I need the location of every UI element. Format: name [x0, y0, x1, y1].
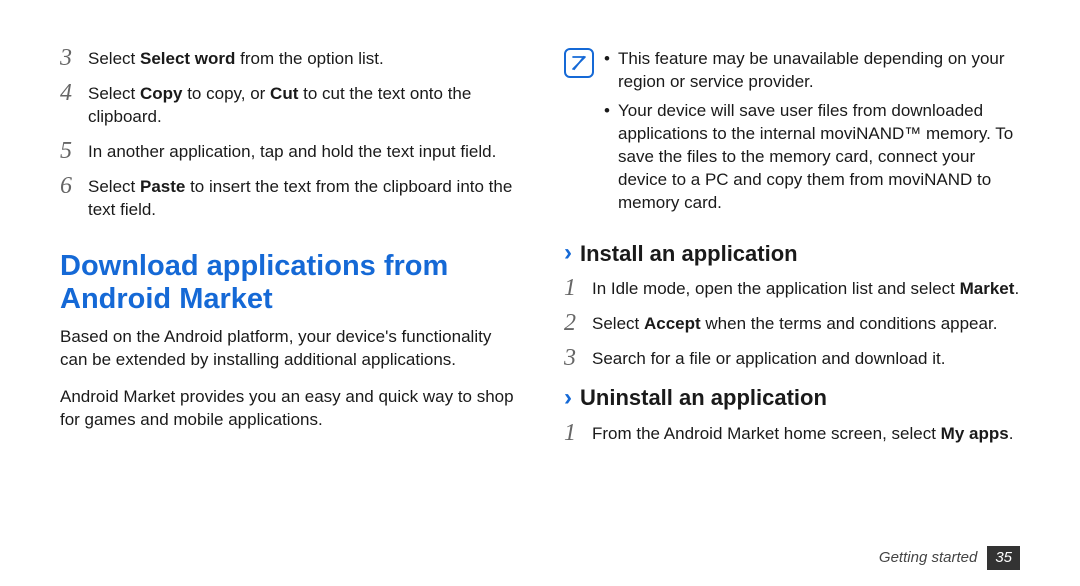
subheading-text: Install an application — [580, 239, 798, 269]
subheading-text: Uninstall an application — [580, 383, 827, 413]
step-number: 6 — [60, 174, 88, 198]
step-body: Select Paste to insert the text from the… — [88, 176, 516, 222]
page-footer: Getting started 35 — [879, 546, 1020, 570]
step-number: 1 — [564, 421, 592, 445]
step-body: In another application, tap and hold the… — [88, 141, 516, 164]
subheading-install: › Install an application — [564, 239, 1020, 269]
step-body: From the Android Market home screen, sel… — [592, 423, 1020, 446]
step-number: 5 — [60, 139, 88, 163]
step-body: Select Select word from the option list. — [88, 48, 516, 71]
step-3: 3 Select Select word from the option lis… — [60, 48, 516, 71]
footer-section: Getting started — [879, 548, 977, 568]
paragraph: Based on the Android platform, your devi… — [60, 326, 516, 372]
right-column: This feature may be unavailable dependin… — [564, 48, 1020, 546]
install-step-3: 3 Search for a file or application and d… — [564, 348, 1020, 371]
step-number: 1 — [564, 276, 592, 300]
note-icon — [564, 48, 594, 78]
step-number: 2 — [564, 311, 592, 335]
step-body: Search for a file or application and dow… — [592, 348, 1020, 371]
step-number: 4 — [60, 81, 88, 105]
step-5: 5 In another application, tap and hold t… — [60, 141, 516, 164]
step-6: 6 Select Paste to insert the text from t… — [60, 176, 516, 222]
step-number: 3 — [564, 346, 592, 370]
install-step-2: 2 Select Accept when the terms and condi… — [564, 313, 1020, 336]
left-column: 3 Select Select word from the option lis… — [60, 48, 516, 546]
paragraph: Android Market provides you an easy and … — [60, 386, 516, 432]
step-number: 3 — [60, 46, 88, 70]
note-list: This feature may be unavailable dependin… — [604, 48, 1020, 221]
note-item: Your device will save user files from do… — [604, 100, 1020, 215]
step-body: In Idle mode, open the application list … — [592, 278, 1020, 301]
page-number: 35 — [987, 546, 1020, 570]
section-heading: Download applications from Android Marke… — [60, 250, 516, 317]
step-4: 4 Select Copy to copy, or Cut to cut the… — [60, 83, 516, 129]
chevron-right-icon: › — [564, 386, 572, 410]
uninstall-step-1: 1 From the Android Market home screen, s… — [564, 423, 1020, 446]
step-body: Select Copy to copy, or Cut to cut the t… — [88, 83, 516, 129]
note-item: This feature may be unavailable dependin… — [604, 48, 1020, 94]
chevron-right-icon: › — [564, 241, 572, 265]
step-body: Select Accept when the terms and conditi… — [592, 313, 1020, 336]
install-step-1: 1 In Idle mode, open the application lis… — [564, 278, 1020, 301]
subheading-uninstall: › Uninstall an application — [564, 383, 1020, 413]
note-box: This feature may be unavailable dependin… — [564, 48, 1020, 221]
